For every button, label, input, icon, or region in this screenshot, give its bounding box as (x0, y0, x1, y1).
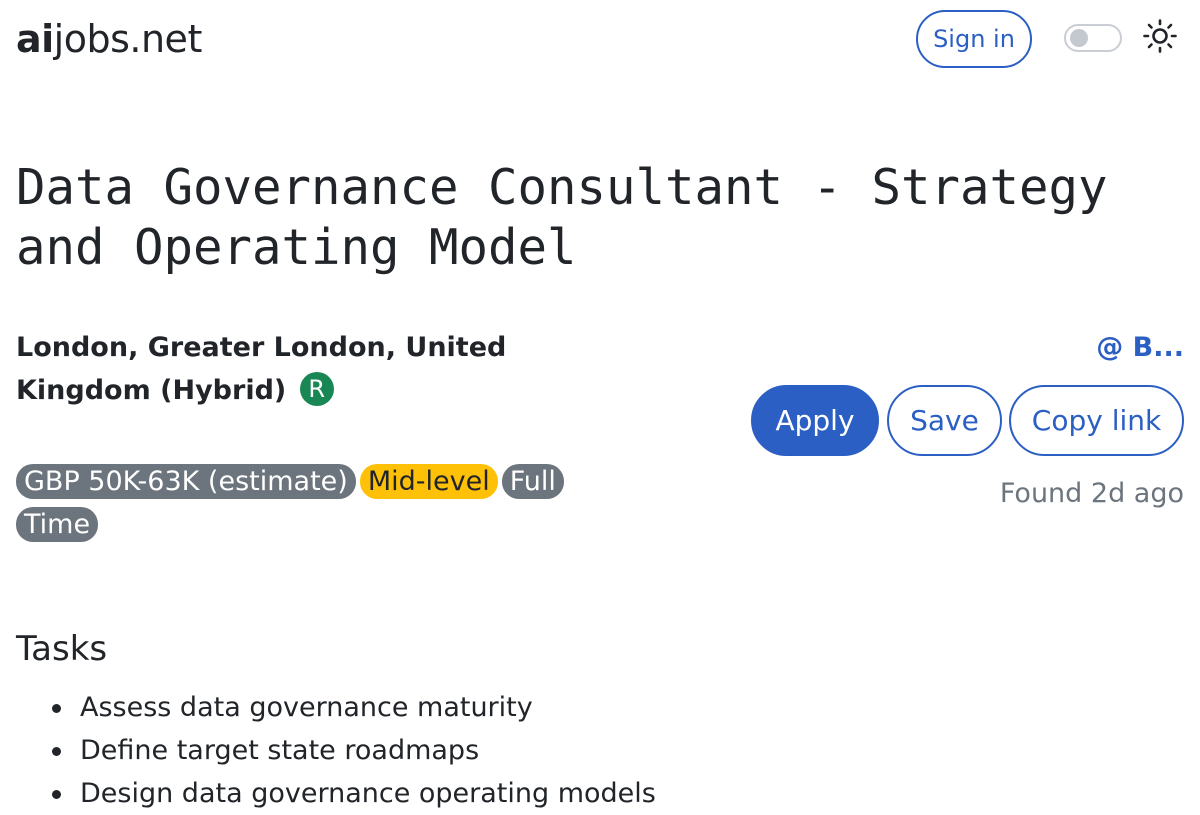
job-tags: GBP 50K-63K (estimate) Mid-level Full Time (16, 460, 564, 546)
salary-badge: GBP 50K-63K (estimate) (16, 464, 356, 499)
tasks-heading: Tasks (16, 629, 108, 669)
apply-button[interactable]: Apply (751, 385, 879, 456)
job-location: London, Greater London, United Kingdom (… (16, 326, 536, 412)
found-date: Found 2d ago (999, 478, 1184, 509)
company-link[interactable]: @ B... (1096, 330, 1184, 366)
save-button[interactable]: Save (887, 385, 1002, 456)
theme-toggle[interactable] (1064, 24, 1122, 52)
toggle-knob (1070, 29, 1088, 47)
list-item: Define target state roadmaps (52, 729, 656, 772)
site-header: aijobs.net Sign in (0, 0, 1200, 80)
location-text: London, Greater London, United Kingdom (… (16, 332, 507, 406)
site-logo[interactable]: aijobs.net (16, 16, 202, 62)
list-item: Assess data governance maturity (52, 686, 656, 729)
remote-badge: R (299, 372, 334, 406)
logo-rest: jobs.net (53, 17, 203, 61)
logo-bold: ai (16, 17, 54, 61)
job-title: Data Governance Consultant - Strategy an… (16, 159, 1108, 276)
sign-in-button[interactable]: Sign in (916, 10, 1032, 68)
sun-icon[interactable] (1142, 18, 1178, 54)
copy-link-button[interactable]: Copy link (1009, 385, 1184, 456)
level-badge: Mid-level (359, 464, 498, 499)
tasks-list: Assess data governance maturity Define t… (52, 686, 656, 815)
list-item: Design data governance operating models (52, 772, 656, 815)
